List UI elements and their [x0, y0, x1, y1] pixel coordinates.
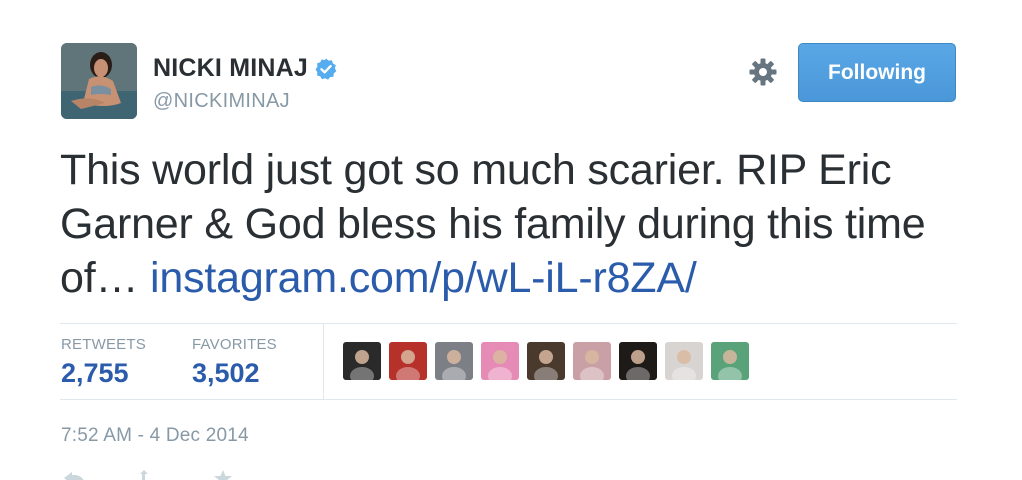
retweets-stat[interactable]: RETWEETS 2,755: [61, 336, 146, 389]
favorites-label: FAVORITES: [192, 336, 277, 353]
user-handle[interactable]: @NICKIMINAJ: [153, 90, 290, 113]
user-avatar-icon: [343, 342, 381, 380]
favoriter-avatar[interactable]: [435, 342, 473, 380]
favorite-icon[interactable]: [208, 466, 238, 480]
reply-icon[interactable]: [60, 466, 90, 480]
retweets-count: 2,755: [61, 358, 129, 388]
user-avatar-icon: [711, 342, 749, 380]
user-avatar-icon: [435, 342, 473, 380]
favoriter-avatar[interactable]: [527, 342, 565, 380]
user-avatar-icon: [389, 342, 427, 380]
user-avatar-icon: [573, 342, 611, 380]
favoriter-avatar[interactable]: [389, 342, 427, 380]
display-name[interactable]: NICKI MINAJ: [153, 54, 308, 83]
favoriter-avatar[interactable]: [711, 342, 749, 380]
following-button[interactable]: Following: [798, 43, 956, 102]
tweet-timestamp[interactable]: 7:52 AM - 4 Dec 2014: [61, 425, 249, 447]
stats-bottom-divider: [60, 399, 957, 400]
favorites-count: 3,502: [192, 358, 260, 388]
favoriter-avatar[interactable]: [573, 342, 611, 380]
stats-vertical-divider: [323, 324, 324, 400]
profile-avatar[interactable]: [61, 43, 137, 119]
favoriter-avatar[interactable]: [619, 342, 657, 380]
favoriters-list: [343, 342, 749, 380]
settings-gear-icon: [749, 58, 777, 86]
user-avatar-icon: [481, 342, 519, 380]
user-avatar-icon: [665, 342, 703, 380]
tweet-text: This world just got so much scarier. RIP…: [60, 143, 980, 305]
profile-photo-icon: [61, 43, 137, 119]
favoriter-avatar[interactable]: [665, 342, 703, 380]
tweet-actions: [60, 466, 238, 480]
display-name-row: NICKI MINAJ: [153, 54, 338, 83]
favorites-stat[interactable]: FAVORITES 3,502: [192, 336, 277, 389]
favoriter-avatar[interactable]: [343, 342, 381, 380]
user-avatar-icon: [527, 342, 565, 380]
verified-badge-icon: [315, 58, 337, 80]
user-avatar-icon: [619, 342, 657, 380]
stats-top-divider: [60, 323, 957, 324]
tweet-link[interactable]: instagram.com/p/wL-iL-r8ZA/: [150, 254, 697, 302]
retweet-icon[interactable]: [134, 466, 164, 480]
gear-icon[interactable]: [748, 57, 778, 87]
tweet-page: NICKI MINAJ @NICKIMINAJ Following This w…: [0, 0, 1022, 480]
retweets-label: RETWEETS: [61, 336, 146, 353]
favoriter-avatar[interactable]: [481, 342, 519, 380]
